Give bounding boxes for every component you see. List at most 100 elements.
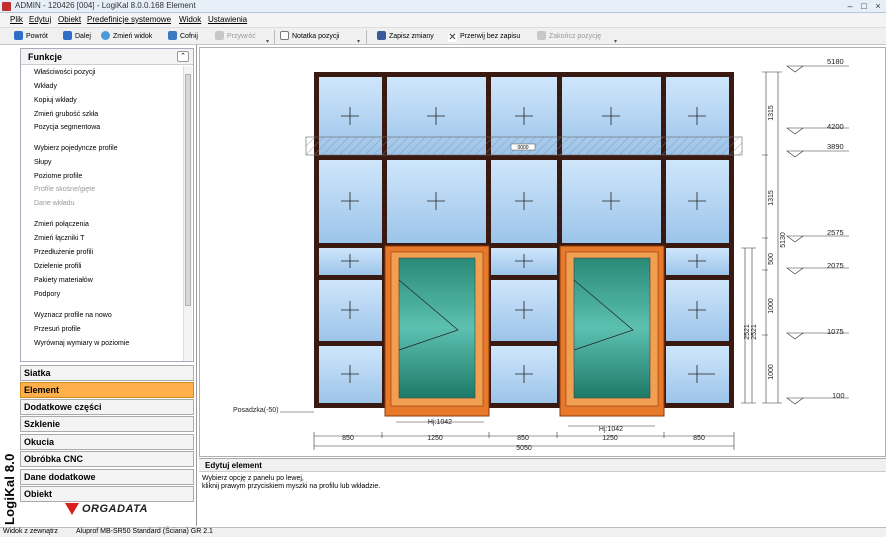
abort-button[interactable]: ✕ Przerwij bez zapisu <box>448 31 520 43</box>
function-item[interactable]: Podpory <box>34 291 60 298</box>
toolbar-divider <box>274 30 275 44</box>
undo-button[interactable]: Cofnij <box>168 31 198 43</box>
refresh-icon <box>101 31 110 40</box>
category-szklenie[interactable]: Szklenie <box>20 416 194 432</box>
function-item[interactable]: Pozycja segmentowa <box>34 124 100 131</box>
change-view-button[interactable]: Zmień widok <box>101 31 152 43</box>
door-label-left: Hj:1042 <box>428 419 452 426</box>
level-label: 5180 <box>827 57 844 66</box>
dim-width: 1250 <box>427 435 443 442</box>
collapse-icon[interactable]: ⌃ <box>177 51 189 62</box>
info-panel: Edytuj element Wybierz opcję z panelu po… <box>199 458 886 526</box>
facade-drawing[interactable]: 0000 Posadzka(-50) Hj:1042 Hj:1042 850 1… <box>200 48 886 458</box>
close-button[interactable]: × <box>872 1 884 11</box>
close-icon: ✕ <box>448 32 457 43</box>
function-item[interactable]: Wyrównaj wymiary w poziomie <box>34 340 129 347</box>
dim-total-width: 5050 <box>516 445 532 452</box>
menu-obiekt[interactable]: Obiekt <box>58 15 81 24</box>
function-item[interactable]: Wkłady <box>34 83 57 90</box>
category-obiekt[interactable]: Obiekt <box>20 486 194 502</box>
note-icon <box>280 31 289 40</box>
menu-ustawienia[interactable]: Ustawienia <box>208 15 247 24</box>
door-label-right: Hj:1042 <box>599 426 623 433</box>
window-title: ADMIN - 120426 [004] - LogiKal 8.0.0.168… <box>15 1 196 10</box>
dim-height: 1315 <box>768 105 775 121</box>
dim-width: 850 <box>342 435 354 442</box>
function-item[interactable]: Dane wkładu <box>34 200 74 207</box>
save-button[interactable]: Zapisz zmiany <box>377 31 434 43</box>
category-siatka[interactable]: Siatka <box>20 365 194 381</box>
info-header: Edytuj element <box>199 459 886 472</box>
level-label: 3890 <box>827 142 844 151</box>
scrollbar-thumb[interactable] <box>185 74 191 306</box>
menu-widok[interactable]: Widok <box>179 15 201 24</box>
chevron-down-icon[interactable]: ▾ <box>614 38 617 45</box>
function-item[interactable]: Wybierz pojedyncze profile <box>34 145 118 152</box>
dim-height: 1000 <box>768 364 775 380</box>
dim-total-height: 5130 <box>780 232 787 248</box>
redo-button[interactable]: Przywróć <box>215 31 256 43</box>
app-icon <box>2 2 11 11</box>
function-item[interactable]: Wyznacz profile na nowo <box>34 312 112 319</box>
function-item[interactable]: Właściwości pozycji <box>34 69 95 76</box>
dim-height: 500 <box>768 253 775 265</box>
minimize-button[interactable]: – <box>844 1 856 11</box>
dim-door-height: 2521 <box>751 324 758 340</box>
level-label: 1075 <box>827 327 844 336</box>
logikal-vertical-logo: LogiKal 8.0 <box>0 363 18 525</box>
functions-scrollbar[interactable] <box>183 66 192 361</box>
category-obrobka-cnc[interactable]: Obróbka CNC <box>20 451 194 467</box>
menu-predefinicje[interactable]: Predefinicje systemowe <box>87 15 171 24</box>
back-button[interactable]: Powrót <box>14 31 48 43</box>
chevron-down-icon[interactable]: ▾ <box>266 38 269 45</box>
function-item[interactable]: Poziome profile <box>34 173 82 180</box>
function-item[interactable]: Profile skośne/gięte <box>34 186 95 193</box>
function-item[interactable]: Słupy <box>34 159 52 166</box>
function-item[interactable]: Zmień łączniki T <box>34 235 84 242</box>
arrow-left-icon <box>14 31 23 40</box>
arrow-right-icon <box>63 31 72 40</box>
info-line: kliknij prawym przyciskiem myszki na pro… <box>202 483 381 490</box>
toolbar: Powrót Dalej Zmień widok Cofnij Przywróć… <box>0 27 886 45</box>
level-label: 4200 <box>827 122 844 131</box>
finish-button[interactable]: Zakończ pozycję <box>537 31 601 43</box>
menu-edytuj[interactable]: Edytuj <box>29 15 51 24</box>
drawing-area[interactable]: 0000 Posadzka(-50) Hj:1042 Hj:1042 850 1… <box>199 47 886 457</box>
category-element[interactable]: Element <box>20 382 194 398</box>
info-title: Edytuj element <box>205 461 262 470</box>
glass-panes <box>319 77 729 403</box>
undo-icon <box>168 31 177 40</box>
menu-plik[interactable]: Plik <box>10 15 23 24</box>
orgadata-logo-icon <box>65 503 79 515</box>
note-button[interactable]: Notatka pozycji <box>280 31 339 43</box>
chevron-down-icon[interactable]: ▾ <box>357 38 360 45</box>
functions-panel: Funkcje ⌃ Właściwości pozycji Wkłady Kop… <box>20 48 194 362</box>
function-item[interactable]: Dzielenie profili <box>34 263 81 270</box>
menu-bar: Plik Edytuj Obiekt Predefinicje systemow… <box>0 13 886 27</box>
function-item[interactable]: Przedłużenie profili <box>34 249 93 256</box>
dim-door-height: 2521 <box>744 324 751 340</box>
finish-icon <box>537 31 546 40</box>
category-dane-dodatkowe[interactable]: Dane dodatkowe <box>20 469 194 485</box>
function-item[interactable]: Zmień grubość szkła <box>34 111 98 118</box>
level-label: 2075 <box>827 261 844 270</box>
function-item[interactable]: Kopiuj wkłady <box>34 97 77 104</box>
status-bar: Widok z zewnątrz Aluprof MB-SR50 Standar… <box>0 527 886 537</box>
category-dodatkowe-czesci[interactable]: Dodatkowe części <box>20 399 194 415</box>
beam-label: 0000 <box>517 145 528 151</box>
function-item[interactable]: Przesuń profile <box>34 326 81 333</box>
functions-title: Funkcje <box>28 52 63 62</box>
title-bar: ADMIN - 120426 [004] - LogiKal 8.0.0.168… <box>0 0 886 13</box>
maximize-button[interactable]: □ <box>858 1 870 11</box>
function-item[interactable]: Pakiety materiałów <box>34 277 93 284</box>
status-view: Widok z zewnątrz <box>3 528 58 535</box>
category-okucia[interactable]: Okucia <box>20 434 194 450</box>
status-system: Aluprof MB-SR50 Standard (Ściana) GR 2.1 <box>76 528 213 535</box>
dim-width: 850 <box>517 435 529 442</box>
dim-height: 1000 <box>768 298 775 314</box>
forward-button[interactable]: Dalej <box>63 31 91 43</box>
orgadata-logo: ORGADATA <box>65 503 148 515</box>
toolbar-divider <box>366 30 367 44</box>
function-item[interactable]: Zmień połączenia <box>34 221 89 228</box>
dim-width: 850 <box>693 435 705 442</box>
